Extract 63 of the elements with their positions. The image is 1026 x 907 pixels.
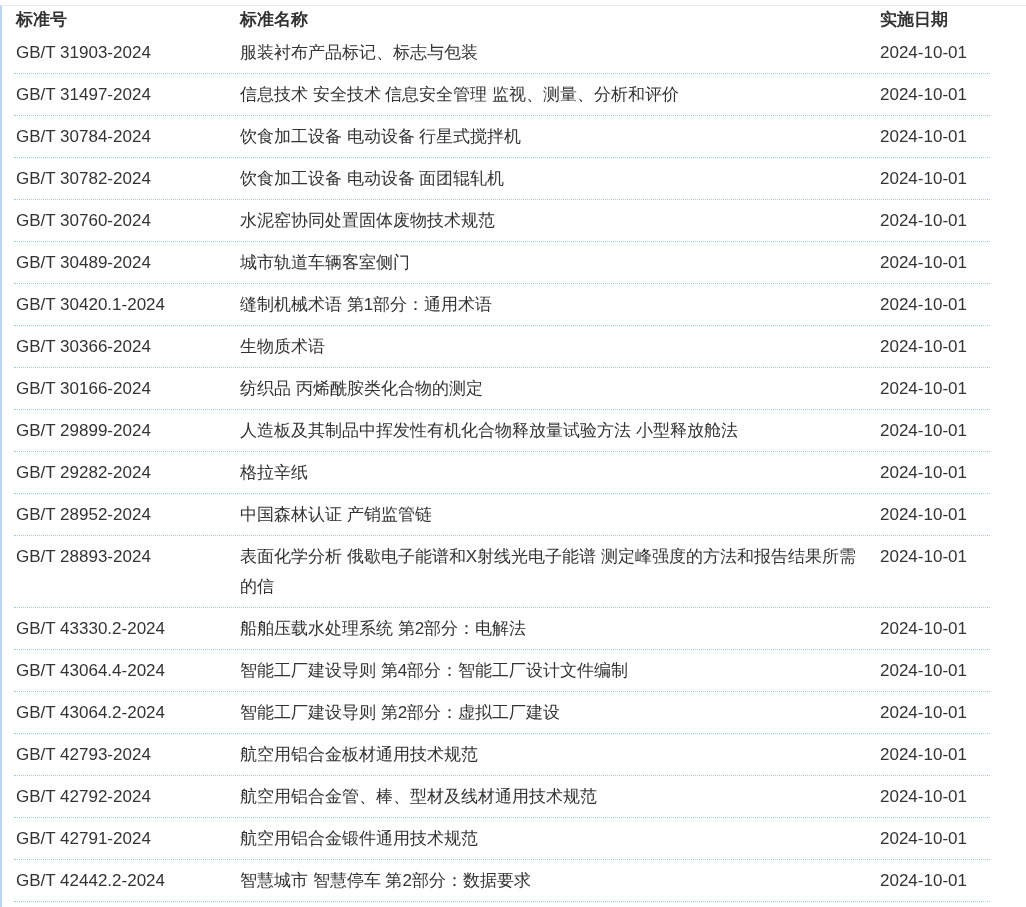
implementation-date: 2024-10-01 xyxy=(880,379,967,398)
implementation-date: 2024-10-01 xyxy=(880,871,967,890)
standard-name: 饮食加工设备 电动设备 行星式搅拌机 xyxy=(240,127,522,146)
column-header: 实施日期 xyxy=(880,8,949,31)
implementation-date: 2024-10-01 xyxy=(880,787,967,806)
standard-number: GB/T 31903-2024 xyxy=(16,43,151,62)
implementation-date: 2024-10-01 xyxy=(880,505,967,524)
standard-name: 纺织品 丙烯酰胺类化合物的测定 xyxy=(240,379,483,398)
implementation-date: 2024-10-01 xyxy=(880,619,967,638)
standard-number: GB/T 42793-2024 xyxy=(16,745,151,764)
standard-name: 信息技术 安全技术 信息安全管理 监视、测量、分析和评价 xyxy=(240,85,680,104)
standard-name: 船舶压载水处理系统 第2部分：电解法 xyxy=(240,619,527,638)
standard-name: 格拉辛纸 xyxy=(240,463,308,482)
standard-name: 水泥窑协同处置固体废物技术规范 xyxy=(240,211,495,230)
column-header: 标准名称 xyxy=(240,8,309,31)
standard-name: 城市轨道车辆客室侧门 xyxy=(240,253,410,272)
implementation-date: 2024-10-01 xyxy=(880,253,967,272)
standard-number: GB/T 30489-2024 xyxy=(16,253,151,272)
implementation-date: 2024-10-01 xyxy=(880,421,967,440)
standard-name: 智慧城市 智慧停车 第2部分：数据要求 xyxy=(240,871,531,890)
implementation-date: 2024-10-01 xyxy=(880,547,967,566)
column-header: 标准号 xyxy=(14,8,68,31)
standard-number: GB/T 31497-2024 xyxy=(16,85,151,104)
standard-name: 中国森林认证 产销监管链 xyxy=(240,505,432,524)
standard-name: 饮食加工设备 电动设备 面团辊轧机 xyxy=(240,169,505,188)
implementation-date: 2024-10-01 xyxy=(880,127,967,146)
standard-name: 缝制机械术语 第1部分：通用术语 xyxy=(240,295,493,314)
standard-number: GB/T 30366-2024 xyxy=(16,337,151,356)
standard-number: GB/T 29899-2024 xyxy=(16,421,151,440)
standard-number: GB/T 30760-2024 xyxy=(16,211,151,230)
implementation-date: 2024-10-01 xyxy=(880,661,967,680)
implementation-date: 2024-10-01 xyxy=(880,463,967,482)
standard-number: GB/T 28952-2024 xyxy=(16,505,151,524)
standard-number: GB/T 30784-2024 xyxy=(16,127,151,146)
standard-number: GB/T 29282-2024 xyxy=(16,463,151,482)
standard-name: 航空用铝合金管、棒、型材及线材通用技术规范 xyxy=(240,787,597,806)
implementation-date: 2024-10-01 xyxy=(880,43,967,62)
standard-name: 人造板及其制品中挥发性有机化合物释放量试验方法 小型释放舱法 xyxy=(240,421,738,440)
standard-number: GB/T 43064.2-2024 xyxy=(16,703,165,722)
implementation-date: 2024-10-01 xyxy=(880,85,967,104)
standard-number: GB/T 43064.4-2024 xyxy=(16,661,165,680)
standard-name: 智能工厂建设导则 第2部分：虚拟工厂建设 xyxy=(240,703,561,722)
implementation-date: 2024-10-01 xyxy=(880,169,967,188)
standard-number: GB/T 30782-2024 xyxy=(16,169,151,188)
standard-name: 航空用铝合金锻件通用技术规范 xyxy=(240,829,478,848)
standard-name: 表面化学分析 俄歇电子能谱和X射线光电子能谱 测定峰强度的方法和报告结果所需的信 xyxy=(240,547,856,596)
standard-number: GB/T 42442.2-2024 xyxy=(16,871,165,890)
standard-number: GB/T 28893-2024 xyxy=(16,547,151,566)
implementation-date: 2024-10-01 xyxy=(880,829,967,848)
implementation-date: 2024-10-01 xyxy=(880,703,967,722)
standard-number: GB/T 42792-2024 xyxy=(16,787,151,806)
implementation-date: 2024-10-01 xyxy=(880,211,967,230)
standard-number: GB/T 42791-2024 xyxy=(16,829,151,848)
standard-name: 航空用铝合金板材通用技术规范 xyxy=(240,745,478,764)
implementation-date: 2024-10-01 xyxy=(880,745,967,764)
standard-number: GB/T 43330.2-2024 xyxy=(16,619,165,638)
implementation-date: 2024-10-01 xyxy=(880,337,967,356)
standard-number: GB/T 30166-2024 xyxy=(16,379,151,398)
standard-name: 生物质术语 xyxy=(240,337,325,356)
standard-name: 服装衬布产品标记、标志与包装 xyxy=(240,43,478,62)
implementation-date: 2024-10-01 xyxy=(880,295,967,314)
standard-name: 智能工厂建设导则 第4部分：智能工厂设计文件编制 xyxy=(240,661,629,680)
standard-number: GB/T 30420.1-2024 xyxy=(16,295,165,314)
